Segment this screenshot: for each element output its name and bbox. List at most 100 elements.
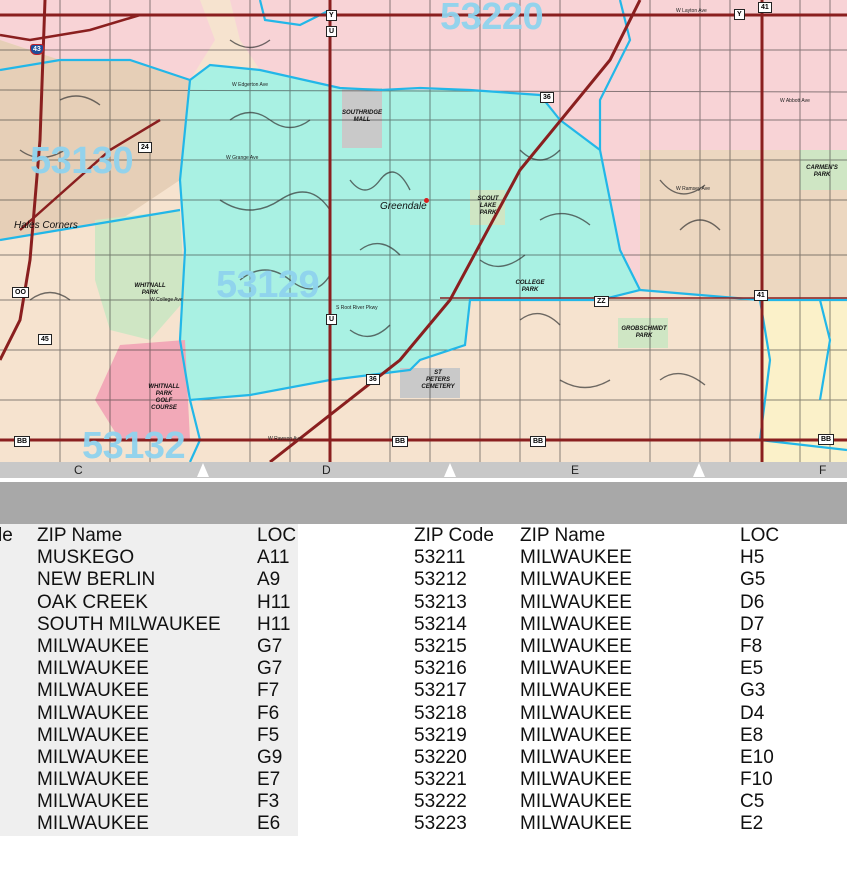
table-cell: MILWAUKEE: [37, 702, 149, 724]
table-right-col-name: ZIP Name MILWAUKEE MILWAUKEE MILWAUKEE M…: [520, 525, 632, 836]
table-cell: D4: [740, 702, 765, 724]
table-cell: 53223: [414, 813, 467, 835]
table-cell: MILWAUKEE: [520, 547, 632, 569]
table-cell: MILWAUKEE: [520, 746, 632, 768]
table-cell: E10: [740, 746, 774, 768]
route-shield-oo: OO: [12, 287, 29, 298]
route-shield-45: 45: [38, 334, 52, 345]
route-shield-y-1: Y: [326, 10, 337, 21]
table-cell: MILWAUKEE: [37, 658, 149, 680]
table-header-zip-code-partial: le: [0, 525, 13, 546]
grid-column-d: D: [322, 463, 331, 477]
park-label-carmens-park: CARMEN'S PARK: [806, 165, 838, 178]
table-cell: MILWAUKEE: [520, 702, 632, 724]
table-cell: MILWAUKEE: [520, 724, 632, 746]
park-label-whitnall-golf-course: WHITNALL PARK GOLF COURSE: [148, 384, 180, 411]
table-cell: MILWAUKEE: [37, 769, 149, 791]
route-shield-43: 43: [30, 44, 44, 55]
table-cell: C5: [740, 791, 765, 813]
route-shield-bb-2: BB: [392, 436, 409, 447]
table-cell: F10: [740, 769, 773, 791]
park-label-southridge-mall: SOUTHRIDGE MALL: [341, 110, 382, 123]
table-cell: G5: [740, 569, 766, 591]
map-canvas: [0, 0, 847, 462]
route-shield-u-1: U: [326, 26, 338, 37]
table-cell: H11: [257, 613, 291, 635]
table-cell: MILWAUKEE: [37, 724, 149, 746]
route-shield-bb-3: BB: [530, 436, 547, 447]
street-label-root-river: S Root River Pkwy: [336, 305, 378, 311]
table-cell: MILWAUKEE: [520, 635, 632, 657]
greendale-marker-icon: [424, 198, 429, 203]
place-label-hales-corners: Hales Corners: [14, 220, 78, 231]
table-header-band: [0, 482, 847, 524]
zip-label-53220: 53220: [440, 0, 544, 38]
grid-tick: [693, 463, 705, 477]
street-label-layton: W Layton Ave: [676, 8, 707, 14]
grid-column-f: F: [819, 463, 827, 477]
park-label-college-park: COLLEGE PARK: [515, 280, 545, 293]
table-cell: F8: [740, 635, 763, 657]
table-cell: 53214: [414, 613, 467, 635]
zip-label-53129: 53129: [216, 264, 320, 306]
table-cell: MILWAUKEE: [37, 746, 149, 768]
place-label-greendale: Greendale: [380, 201, 427, 212]
table-cell: 53217: [414, 680, 467, 702]
street-label-college: W College Ave: [150, 297, 183, 303]
table-cell: 53218: [414, 702, 467, 724]
table-cell: NEW BERLIN: [37, 569, 156, 591]
table-cell: F3: [257, 791, 280, 813]
table-cell: E6: [257, 813, 281, 835]
table-cell: D6: [740, 591, 765, 613]
table-cell: H11: [257, 591, 291, 613]
zip-label-53130: 53130: [30, 140, 134, 182]
table-cell: 53219: [414, 724, 467, 746]
table-cell: A9: [257, 569, 281, 591]
table-header-loc: LOC: [740, 525, 780, 546]
table-cell: MILWAUKEE: [520, 613, 632, 635]
table-cell: OAK CREEK: [37, 591, 148, 613]
route-shield-bb-1: BB: [14, 436, 31, 447]
table-cell: 53215: [414, 635, 467, 657]
street-label-rawson: W Rawson Ave: [268, 436, 302, 442]
table-cell: SOUTH MILWAUKEE: [37, 613, 221, 635]
table-cell: H5: [740, 547, 765, 569]
table-cell: MILWAUKEE: [37, 813, 149, 835]
table-cell: G9: [257, 746, 283, 768]
table-cell: 53212: [414, 569, 467, 591]
table-cell: E2: [740, 813, 764, 835]
table-cell: 53221: [414, 769, 467, 791]
table-header-zip-name: ZIP Name: [37, 525, 123, 546]
table-cell: F7: [257, 680, 280, 702]
table-cell: MILWAUKEE: [520, 569, 632, 591]
table-cell: E7: [257, 769, 281, 791]
street-label-abbott: W Abbott Ave: [780, 98, 810, 104]
route-shield-y-2: Y: [734, 9, 745, 20]
table-cell: 53211: [414, 547, 466, 569]
table-cell: MUSKEGO: [37, 547, 135, 569]
route-shield-41-south: 41: [754, 290, 768, 301]
table-cell: MILWAUKEE: [520, 680, 632, 702]
table-header-zip-name: ZIP Name: [520, 525, 606, 546]
table-cell: 53220: [414, 746, 467, 768]
zip-code-map[interactable]: 53220 53130 53129 53132 Hales Corners Gr…: [0, 0, 847, 467]
table-cell: E8: [740, 724, 764, 746]
street-label-grange: W Grange Ave: [226, 155, 259, 161]
table-header-zip-code: ZIP Code: [414, 525, 494, 546]
table-left-col-name: ZIP Name MUSKEGO NEW BERLIN OAK CREEK SO…: [37, 525, 221, 836]
table-cell: G3: [740, 680, 766, 702]
table-cell: MILWAUKEE: [520, 791, 632, 813]
grid-tick: [444, 463, 456, 477]
table-cell: MILWAUKEE: [37, 791, 149, 813]
table-cell: 53216: [414, 658, 467, 680]
grid-column-c: C: [74, 463, 83, 477]
table-cell: F5: [257, 724, 280, 746]
route-shield-36-south: 36: [366, 374, 380, 385]
street-label-edgerton: W Edgerton Ave: [232, 82, 269, 88]
park-label-st-peters-cemetery: ST PETERS CEMETERY: [421, 370, 455, 390]
table-cell: G7: [257, 658, 283, 680]
table-header-loc: LOC: [257, 525, 297, 546]
route-shield-36: 36: [540, 92, 554, 103]
table-cell: MILWAUKEE: [37, 635, 149, 657]
table-cell: MILWAUKEE: [520, 658, 632, 680]
